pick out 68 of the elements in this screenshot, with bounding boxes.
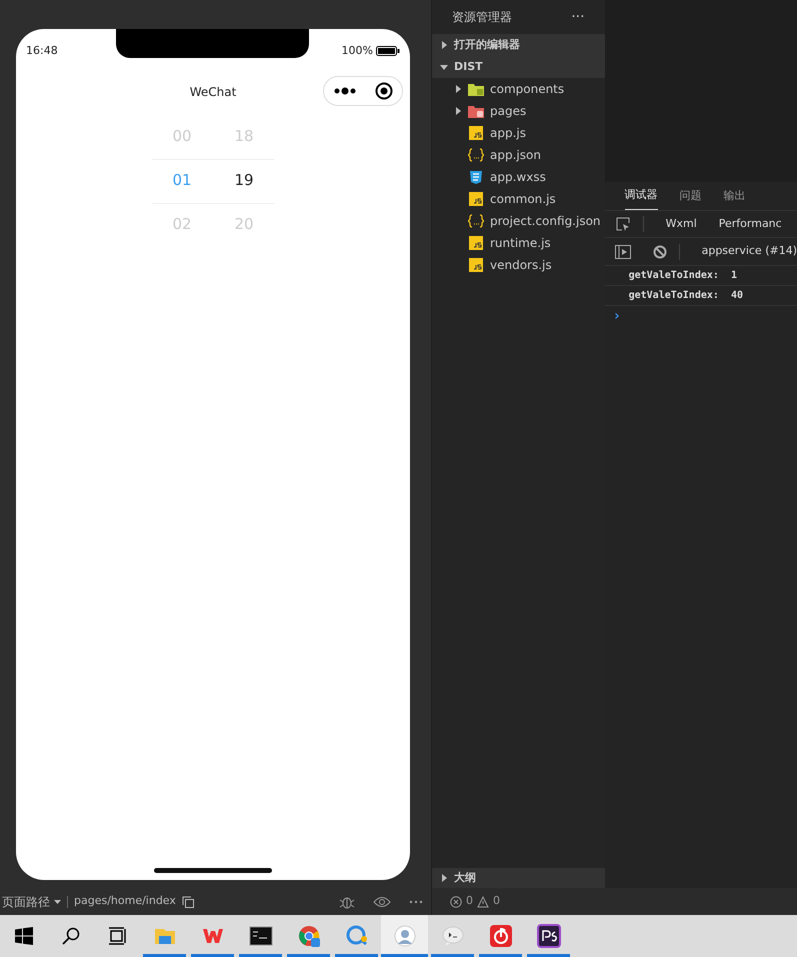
console-log-line: getValeToIndex: 1 — [628, 269, 737, 283]
file-tree-item[interactable]: app.json — [432, 144, 605, 166]
path-dropdown[interactable]: 页面路径 — [2, 892, 50, 910]
more-icon[interactable] — [334, 86, 356, 94]
browser-icon[interactable] — [296, 924, 320, 948]
battery-percent: 100% — [342, 43, 373, 59]
inspect-icon[interactable] — [614, 216, 631, 232]
debugger-tab[interactable]: 问题 — [680, 182, 702, 210]
css-file-icon — [468, 169, 484, 185]
section-label[interactable]: 打开的编辑器 — [454, 36, 520, 54]
status-time: 16:48 — [26, 43, 58, 59]
terminal-icon[interactable] — [248, 924, 272, 948]
js-file-icon — [468, 235, 484, 251]
collapsed-caret-icon[interactable] — [454, 107, 462, 115]
js-file-icon — [468, 191, 484, 207]
section-label[interactable]: 大纲 — [454, 870, 476, 886]
folder-icon — [468, 81, 484, 97]
file-tree-item[interactable]: common.js — [432, 188, 605, 210]
debugger-tab[interactable]: 调试器 — [624, 182, 658, 210]
capsule-menu[interactable] — [323, 76, 403, 106]
ps-app-icon[interactable] — [536, 924, 560, 948]
panel-tab[interactable]: Performanc — [718, 216, 782, 232]
task-view-icon[interactable] — [108, 927, 128, 945]
js-file-icon — [468, 257, 484, 273]
picker-option[interactable]: 19 — [213, 158, 275, 202]
collapsed-caret-icon[interactable] — [440, 41, 448, 49]
error-count: 0 — [466, 893, 473, 910]
section-header[interactable]: DIST — [432, 56, 605, 78]
battery-icon — [376, 46, 400, 56]
caret-icon[interactable] — [54, 900, 61, 904]
close-target-icon[interactable] — [374, 82, 392, 100]
folder-icon — [468, 103, 484, 119]
windows-icon[interactable] — [14, 927, 32, 945]
debugger-tab[interactable]: 输出 — [724, 182, 746, 210]
collapsed-caret-icon[interactable] — [454, 85, 462, 93]
chat-bubble-icon[interactable] — [344, 924, 368, 948]
file-tree-item[interactable]: components — [432, 78, 605, 100]
section-label[interactable]: DIST — [454, 58, 483, 76]
json-file-icon — [468, 213, 484, 229]
eye-icon[interactable] — [373, 896, 391, 908]
error-icon — [450, 896, 462, 908]
more-button[interactable]: ··· — [571, 6, 585, 28]
clear-console-icon[interactable] — [652, 244, 667, 258]
sidebar-toggle-icon[interactable] — [614, 244, 631, 258]
section-header[interactable]: 大纲 — [432, 868, 605, 888]
collapsed-caret-icon[interactable] — [440, 874, 448, 882]
file-tree-item[interactable]: runtime.js — [432, 232, 605, 254]
music-app-icon[interactable] — [488, 924, 512, 948]
json-file-icon — [468, 147, 484, 163]
file-tree-item[interactable]: vendors.js — [432, 254, 605, 276]
js-file-icon — [468, 125, 484, 141]
file-tree-item[interactable]: project.config.json — [432, 210, 605, 232]
file-tree-item[interactable]: app.wxss — [432, 166, 605, 188]
nav-title: WeChat — [190, 84, 236, 100]
panel-tab[interactable]: Wxml — [666, 216, 697, 232]
file-tree-item[interactable]: pages — [432, 100, 605, 122]
section-header[interactable]: 打开的编辑器 — [432, 34, 605, 56]
explorer-title: 资源管理器 — [452, 9, 512, 26]
page-path: pages/home/index — [74, 893, 176, 910]
warning-count: 0 — [493, 893, 500, 910]
warning-icon — [477, 896, 489, 908]
context-selector[interactable]: appservice (#14) — [702, 243, 797, 260]
console-log-line: getValeToIndex: 40 — [628, 289, 743, 303]
search-icon[interactable] — [62, 927, 80, 945]
console-prompt[interactable]: › — [612, 306, 622, 326]
expanded-caret-icon[interactable] — [440, 63, 448, 71]
copy-icon[interactable] — [182, 896, 194, 908]
file-tree-item[interactable]: app.js — [432, 122, 605, 144]
